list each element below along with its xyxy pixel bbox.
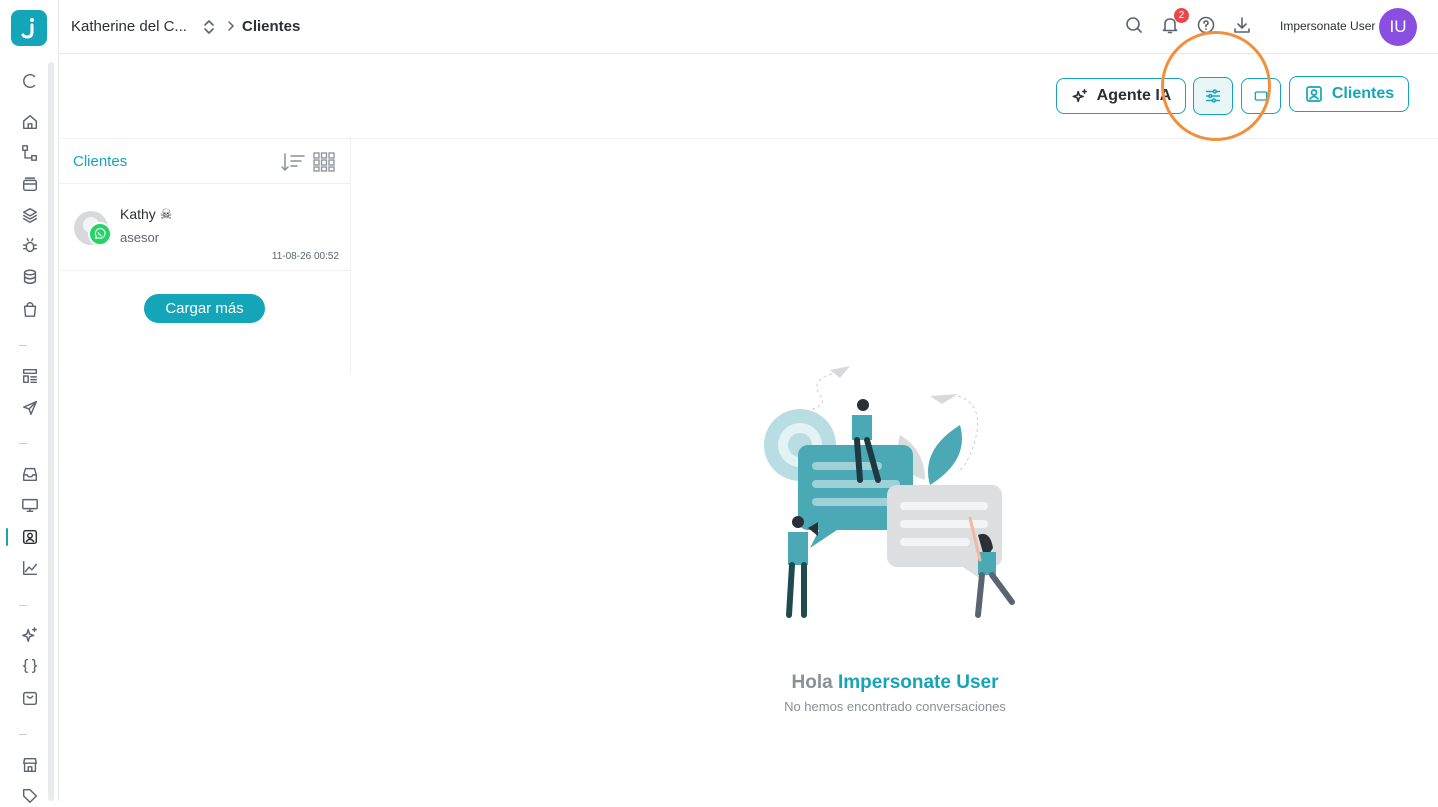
template-icon[interactable] — [19, 365, 41, 387]
highlight-annotation — [1161, 31, 1271, 141]
layers-icon[interactable] — [19, 204, 41, 226]
inbox-icon[interactable] — [19, 463, 41, 485]
grid-view-icon[interactable] — [312, 151, 336, 173]
sidebar-scrollbar[interactable] — [48, 62, 54, 801]
person-figure — [857, 399, 869, 411]
list-item[interactable]: Kathy ☠ asesor 11-08-26 00:52 — [59, 184, 351, 271]
whatsapp-icon — [88, 222, 112, 246]
flow-icon[interactable] — [19, 142, 41, 164]
store-icon[interactable] — [19, 754, 41, 776]
refresh-icon[interactable] — [19, 70, 41, 92]
bug-icon[interactable] — [19, 235, 41, 257]
monitor-icon[interactable] — [19, 494, 41, 516]
app-logo[interactable] — [11, 10, 47, 46]
user-name[interactable]: Impersonate User — [1280, 19, 1375, 33]
sidebar — [0, 0, 59, 804]
contacts-icon[interactable] — [19, 526, 41, 548]
sidebar-separator — [19, 605, 27, 606]
clientes-label: Clientes — [1331, 85, 1395, 102]
account-switch-icon[interactable] — [201, 17, 217, 37]
clientes-button[interactable]: Clientes — [1289, 76, 1409, 112]
sidebar-separator — [19, 443, 27, 444]
sidebar-separator — [19, 345, 27, 346]
greeting-text: Hola — [791, 672, 833, 693]
sparkle-icon[interactable] — [19, 624, 41, 646]
database-icon[interactable] — [19, 266, 41, 288]
contact-name: Kathy ☠ — [120, 206, 173, 222]
breadcrumb-chevron-icon — [228, 21, 235, 31]
sidebar-separator — [19, 734, 27, 735]
logo-j-icon — [21, 18, 34, 39]
last-message: asesor — [120, 230, 160, 245]
empty-state-greeting: Hola Impersonate User — [650, 672, 1140, 694]
empty-state-message: No hemos encontrado conversaciones — [784, 699, 1006, 714]
conversation-list-panel: Clientes Kathy ☠ asesor 11-08-26 00:52 C… — [59, 139, 351, 375]
code-braces-icon[interactable] — [19, 655, 41, 677]
sidebar-active-indicator — [6, 528, 8, 546]
breadcrumb-page: Clientes — [242, 18, 301, 35]
paper-plane-icon — [930, 394, 958, 404]
home-icon[interactable] — [19, 111, 41, 133]
contacts-icon — [1306, 86, 1322, 102]
breadcrumb-account[interactable]: Katherine del C... — [71, 18, 187, 35]
paper-plane-icon — [830, 366, 850, 378]
list-title: Clientes — [73, 153, 128, 170]
notification-badge: 2 — [1174, 8, 1189, 23]
bag-icon[interactable] — [19, 298, 41, 320]
tag-icon[interactable] — [19, 785, 41, 807]
user-avatar[interactable]: IU — [1379, 8, 1417, 46]
greeting-user: Impersonate User — [837, 672, 999, 693]
person-figure — [792, 516, 804, 528]
inbox-stack-icon[interactable] — [19, 173, 41, 195]
load-more-button[interactable]: Cargar más — [144, 294, 265, 323]
send-icon[interactable] — [19, 397, 41, 419]
basket-icon[interactable] — [19, 687, 41, 709]
page-toolbar: Agente IA Clientes — [59, 31, 1438, 141]
sort-icon[interactable] — [280, 151, 306, 173]
chart-icon[interactable] — [19, 557, 41, 579]
leaf-icon — [928, 425, 962, 485]
message-time: 11-08-26 00:52 — [271, 251, 339, 262]
sparkle-icon — [1072, 88, 1087, 103]
empty-state-illustration — [764, 366, 1015, 618]
search-icon[interactable] — [1124, 15, 1146, 37]
